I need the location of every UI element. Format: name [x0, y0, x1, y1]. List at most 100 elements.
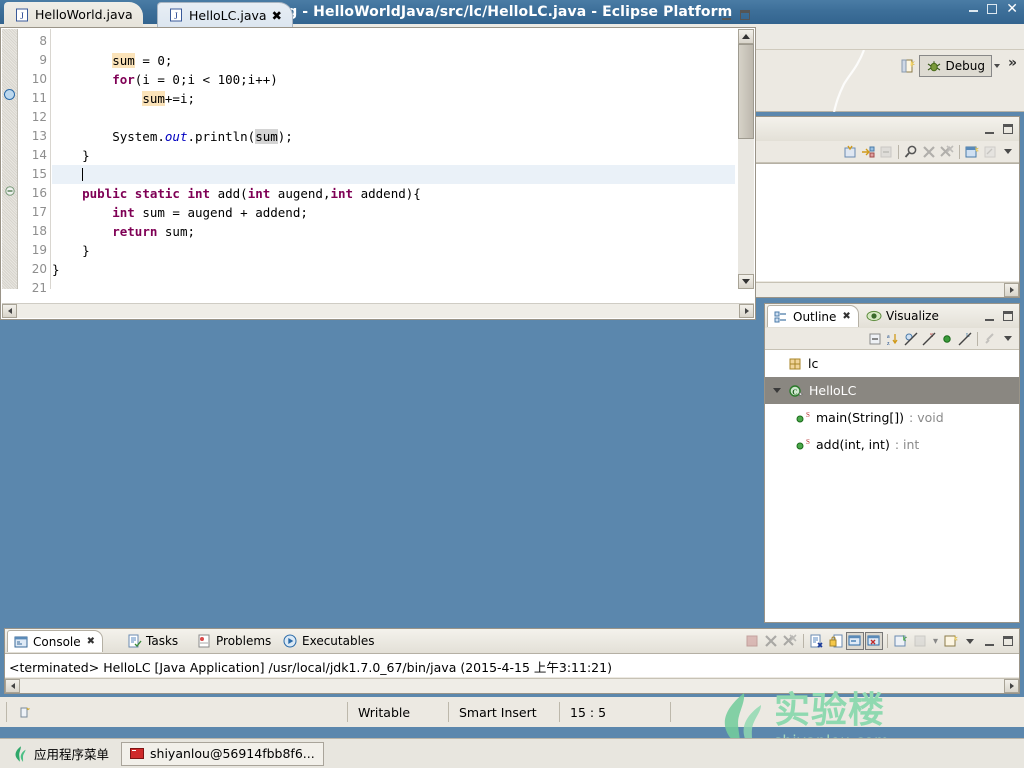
minimize-icon[interactable]	[717, 6, 735, 24]
svg-text:C: C	[792, 387, 797, 396]
taskbar-window-terminal[interactable]: shiyanlou@56914fbb8f6...	[121, 741, 324, 766]
open-console-dropdown[interactable]	[961, 632, 979, 650]
show-type-names-icon[interactable]	[841, 143, 859, 161]
open-perspective-icon[interactable]	[897, 55, 919, 77]
outline-item-method-main[interactable]: S main(String[]) : void	[765, 404, 1019, 431]
tab-visualize[interactable]: Visualize	[861, 305, 946, 327]
show-logical-structure-icon[interactable]	[859, 143, 877, 161]
hide-local-types-icon[interactable]: L	[956, 330, 974, 348]
maximize-icon[interactable]	[987, 3, 998, 14]
scroll-lock-icon[interactable]	[827, 632, 845, 650]
outline-item-package[interactable]: lc	[765, 350, 1019, 377]
display-console-dropdown: ▾	[932, 635, 939, 647]
code-line[interactable]: return sum;	[52, 222, 735, 241]
close-icon[interactable]: ✕	[1006, 2, 1018, 16]
scroll-right-arrow[interactable]	[1004, 283, 1019, 297]
perspective-debug-button[interactable]: Debug	[919, 55, 992, 77]
link-editor-icon	[981, 330, 999, 348]
code-line[interactable]: sum+=i;	[52, 89, 735, 108]
code-line[interactable]	[52, 108, 735, 127]
view-menu-icon[interactable]	[999, 143, 1017, 161]
editor-area: J HelloWorld.java J HelloLC.java ✖ 8 9 1…	[0, 0, 756, 320]
code-line[interactable]: }	[52, 241, 735, 260]
tab-executables[interactable]: Executables	[277, 630, 382, 652]
outline-item-label: main(String[])	[816, 410, 905, 425]
scroll-left-arrow[interactable]	[5, 679, 20, 693]
console-output-text: <terminated> HelloLC [Java Application] …	[9, 660, 612, 675]
maximize-icon[interactable]	[999, 307, 1017, 325]
close-icon[interactable]: ✖	[87, 636, 95, 647]
open-console-icon[interactable]	[942, 632, 960, 650]
perspective-dropdown[interactable]	[992, 55, 1003, 77]
outline-item-class[interactable]: C HelloLC	[765, 377, 1019, 404]
toolbar-overflow-icon[interactable]: »	[1003, 55, 1022, 77]
code-line[interactable]: for(i = 0;i < 100;i++)	[52, 70, 735, 89]
code-line[interactable]	[52, 279, 735, 289]
tab-console[interactable]: Console ✖	[7, 630, 104, 652]
code-line[interactable]: }	[52, 260, 735, 279]
code-line[interactable]: public static int add(int augend,int add…	[52, 184, 735, 203]
code-line[interactable]: int sum = augend + addend;	[52, 203, 735, 222]
code-line[interactable]: sum = 0;	[52, 51, 735, 70]
scroll-down-arrow[interactable]	[738, 274, 754, 289]
console-output[interactable]: <terminated> HelloLC [Java Application] …	[5, 653, 1019, 677]
code-line[interactable]	[52, 165, 735, 184]
tab-tasks[interactable]: Tasks	[121, 630, 185, 652]
breakpoint-icon[interactable]	[4, 89, 15, 100]
find-icon[interactable]	[902, 143, 920, 161]
scroll-track[interactable]	[20, 679, 1004, 693]
pin-console-icon[interactable]	[892, 632, 910, 650]
outline-item-method-add[interactable]: S add(int, int) : int	[765, 431, 1019, 458]
scroll-track[interactable]	[17, 304, 739, 318]
scroll-thumb[interactable]	[738, 44, 754, 139]
minimize-icon[interactable]	[980, 307, 998, 325]
close-icon[interactable]: ✖	[272, 8, 282, 23]
code-line[interactable]: System.out.println(sum);	[52, 127, 735, 146]
tab-problems[interactable]: Problems	[191, 630, 278, 652]
tab-outline[interactable]: Outline ✖	[767, 305, 859, 327]
hide-fields-icon[interactable]	[902, 330, 920, 348]
scroll-right-arrow[interactable]	[739, 304, 754, 318]
public-static-method-icon: S	[796, 438, 810, 449]
view-menu-icon[interactable]	[999, 330, 1017, 348]
hide-non-public-icon[interactable]	[938, 330, 956, 348]
maximize-icon[interactable]	[999, 120, 1017, 138]
minimize-icon[interactable]	[980, 632, 998, 650]
maximize-icon[interactable]	[736, 6, 754, 24]
editor-code[interactable]: sum = 0; for(i = 0;i < 100;i++) sum+=i; …	[52, 29, 735, 289]
tab-executables-label: Executables	[302, 634, 375, 648]
code-line[interactable]	[52, 32, 735, 51]
tab-hellolc-java[interactable]: J HelloLC.java ✖	[157, 2, 294, 27]
close-icon[interactable]: ✖	[842, 311, 850, 322]
app-menu-button[interactable]: 应用程序菜单	[6, 742, 115, 765]
editor-hscrollbar[interactable]	[2, 303, 754, 318]
show-console-on-output-icon[interactable]	[846, 632, 864, 650]
variables-view-window-controls	[980, 119, 1017, 139]
clear-console-icon[interactable]	[808, 632, 826, 650]
console-hscrollbar[interactable]	[5, 678, 1019, 693]
java-file-icon: J	[170, 8, 182, 22]
editor-vscrollbar[interactable]	[738, 29, 754, 289]
line-number: 19	[31, 243, 47, 257]
taskbar: 应用程序菜单 shiyanlou@56914fbb8f6...	[0, 738, 1024, 768]
console-view-toolbar: ▾	[743, 631, 1017, 651]
outline-view-tabbar: Outline ✖ Visualize	[765, 304, 1019, 328]
maximize-icon[interactable]	[999, 632, 1017, 650]
collapse-all-icon[interactable]	[866, 330, 884, 348]
tab-helloworld-java[interactable]: J HelloWorld.java	[4, 2, 143, 27]
sort-icon[interactable]: az	[884, 330, 902, 348]
remove-all-icon	[938, 143, 956, 161]
expand-twisty-icon[interactable]	[771, 388, 783, 393]
new-detail-pane-icon[interactable]	[963, 143, 981, 161]
minimize-icon[interactable]	[980, 120, 998, 138]
scroll-left-arrow[interactable]	[2, 304, 17, 318]
fold-collapse-icon[interactable]	[5, 185, 15, 196]
tab-console-label: Console	[33, 634, 81, 649]
scroll-right-arrow[interactable]	[1004, 679, 1019, 693]
hide-static-icon[interactable]: S	[920, 330, 938, 348]
code-line[interactable]: }	[52, 146, 735, 165]
minimize-icon[interactable]	[969, 3, 979, 14]
editor-marker-bar[interactable]	[2, 29, 18, 289]
show-console-on-error-icon[interactable]	[865, 632, 883, 650]
scroll-up-arrow[interactable]	[738, 29, 754, 44]
